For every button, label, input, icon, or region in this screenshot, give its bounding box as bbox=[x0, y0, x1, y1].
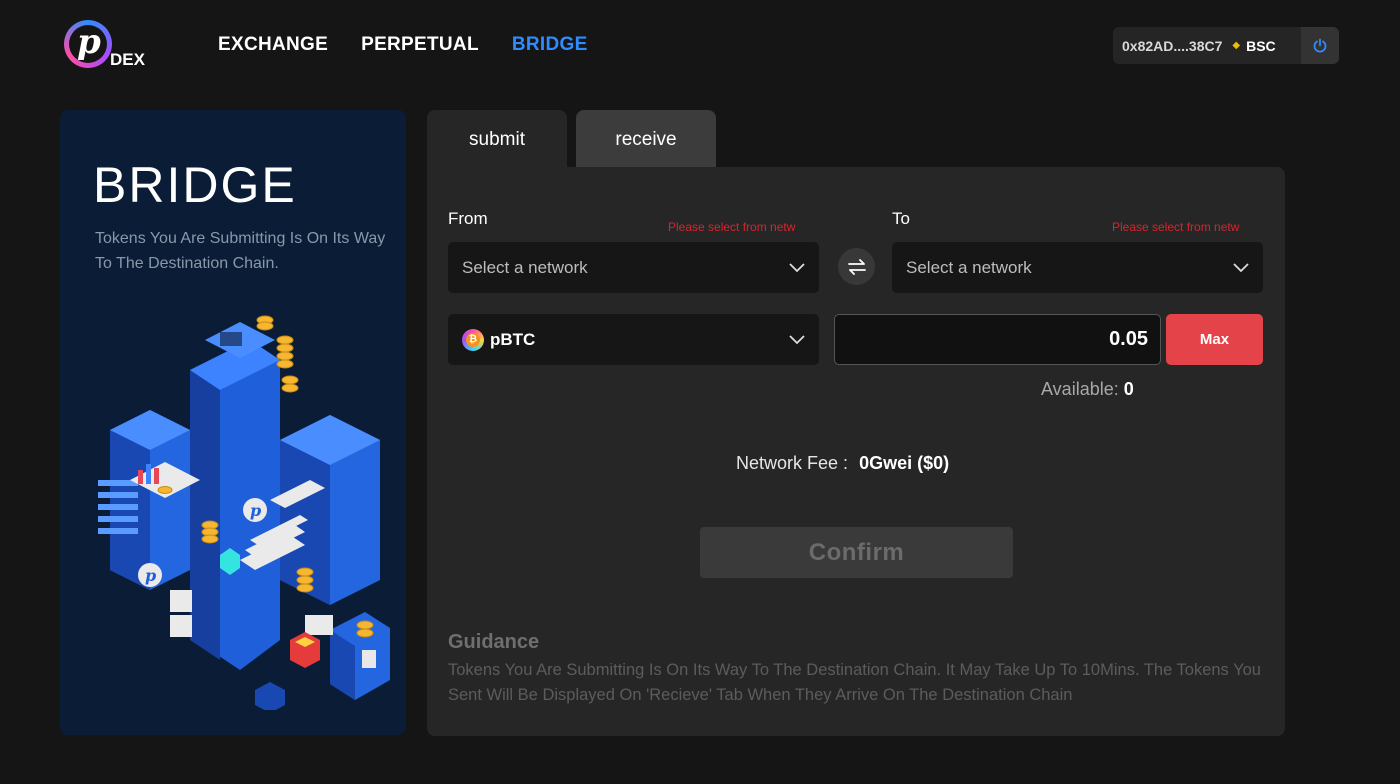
pdex-logo[interactable]: p DEX bbox=[62, 18, 162, 76]
power-icon bbox=[1313, 38, 1327, 52]
from-error: Please select from netw bbox=[668, 220, 796, 234]
nav-exchange[interactable]: EXCHANGE bbox=[218, 34, 328, 56]
tab-receive[interactable]: receive bbox=[576, 110, 716, 170]
wallet-address: 0x82AD....38C7 bbox=[1122, 37, 1223, 54]
swap-networks-button[interactable] bbox=[838, 248, 875, 285]
svg-text:p: p bbox=[250, 501, 261, 520]
fee-label: Network Fee : bbox=[736, 453, 849, 473]
confirm-button[interactable]: Confirm bbox=[700, 527, 1013, 578]
to-label: To bbox=[892, 209, 910, 228]
to-network-select[interactable]: Select a network bbox=[892, 242, 1263, 293]
disconnect-button[interactable] bbox=[1301, 27, 1339, 64]
amount-input[interactable] bbox=[834, 314, 1161, 365]
isometric-building-illustration: p p bbox=[98, 315, 390, 710]
logo-text: DEX bbox=[110, 50, 145, 69]
from-network-placeholder: Select a network bbox=[462, 257, 588, 277]
swap-arrows-icon bbox=[847, 258, 866, 275]
chevron-down-icon bbox=[1233, 262, 1249, 272]
bitcoin-icon: ₿ bbox=[462, 328, 484, 351]
wallet-widget[interactable]: 0x82AD....38C7 ◆ BSC bbox=[1113, 27, 1339, 64]
network-fee: Network Fee : 0Gwei ($0) bbox=[736, 453, 949, 474]
token-select[interactable]: ₿ pBTC bbox=[448, 314, 819, 365]
fee-value: 0Gwei ($0) bbox=[859, 453, 950, 473]
available-balance: Available: 0 bbox=[1041, 379, 1134, 400]
token-name: pBTC bbox=[490, 329, 536, 349]
available-value: 0 bbox=[1123, 379, 1134, 399]
available-label: Available: bbox=[1041, 379, 1119, 399]
nav-perpetual[interactable]: PERPETUAL bbox=[361, 34, 479, 56]
guidance-text: Tokens You Are Submitting Is On Its Way … bbox=[448, 661, 1261, 704]
main-nav: EXCHANGE PERPETUAL BRIDGE bbox=[218, 34, 588, 56]
logo-letter: p bbox=[77, 22, 101, 62]
hero-subtitle: Tokens You Are Submitting Is On Its Way … bbox=[95, 230, 386, 272]
nav-bridge[interactable]: BRIDGE bbox=[512, 34, 588, 56]
to-network-placeholder: Select a network bbox=[906, 257, 1032, 277]
chevron-down-icon bbox=[789, 334, 805, 344]
hero-title: BRIDGE bbox=[93, 157, 297, 213]
guidance-title: Guidance bbox=[448, 631, 540, 653]
bsc-diamond-icon: ◆ bbox=[1232, 40, 1241, 51]
chevron-down-icon bbox=[789, 262, 805, 272]
from-label: From bbox=[448, 209, 488, 228]
wallet-network: BSC bbox=[1246, 37, 1276, 54]
max-button[interactable]: Max bbox=[1166, 314, 1263, 365]
tab-submit[interactable]: submit bbox=[427, 110, 567, 170]
to-error: Please select from netw bbox=[1112, 220, 1240, 234]
svg-text:p: p bbox=[145, 566, 156, 585]
from-network-select[interactable]: Select a network bbox=[448, 242, 819, 293]
hero-panel: BRIDGE Tokens You Are Submitting Is On I… bbox=[60, 110, 406, 735]
